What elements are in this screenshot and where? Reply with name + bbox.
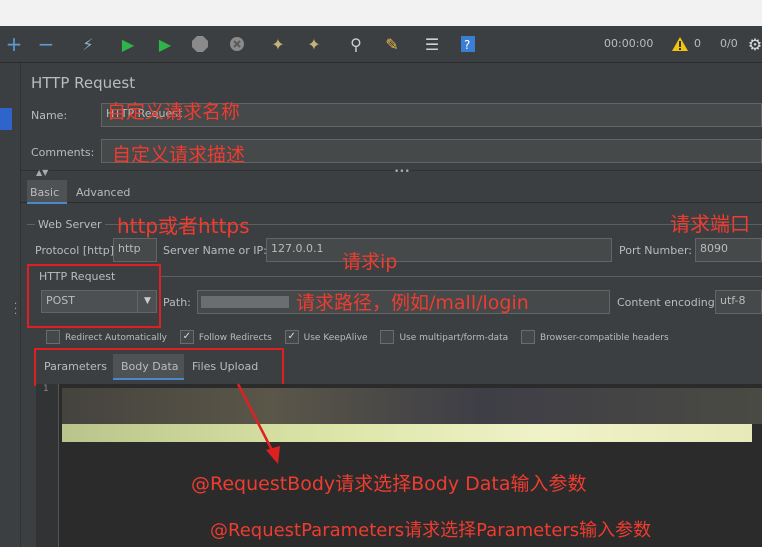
http-request-legend: HTTP Request bbox=[39, 270, 116, 283]
remove-icon[interactable]: − bbox=[36, 32, 56, 56]
encoding-label: Content encoding: bbox=[617, 296, 719, 309]
web-server-legend: Web Server bbox=[35, 218, 105, 231]
shutdown-icon[interactable] bbox=[227, 34, 247, 54]
thread-count: 0/0 bbox=[720, 37, 738, 50]
editor-highlight-redacted bbox=[62, 424, 752, 442]
clear-icon[interactable]: ✦ bbox=[268, 34, 288, 54]
editor-gutter bbox=[36, 384, 59, 547]
protocol-label: Protocol [http]: bbox=[35, 244, 118, 257]
checkbox-box[interactable] bbox=[46, 330, 60, 344]
checkbox-box[interactable] bbox=[380, 330, 395, 344]
warning-count: 0 bbox=[694, 37, 701, 50]
http-request-group-line bbox=[160, 276, 762, 277]
reset-search-icon[interactable]: ✎ bbox=[382, 34, 402, 54]
remote-icon[interactable]: ⚙ bbox=[745, 34, 762, 54]
protocol-field[interactable]: http bbox=[113, 238, 157, 262]
annotation-request-params: @RequestParameters请求选择Parameters输入参数 bbox=[210, 520, 652, 541]
port-label: Port Number: bbox=[619, 244, 693, 257]
port-field[interactable]: 8090 bbox=[695, 238, 762, 262]
annotation-path: 请求路径，例如/mall/login bbox=[296, 292, 529, 314]
annotation-arrow bbox=[236, 383, 280, 464]
tree-selected-node[interactable] bbox=[0, 108, 12, 130]
line-number-1: 1 bbox=[43, 384, 49, 394]
toolbar: + − ⚡ ▶ ▶ ✦ ✦ ⚲ ✎ ☰ ? 00:00:00 0 0/0 ⚙ bbox=[0, 26, 762, 63]
encoding-field[interactable]: utf-8 bbox=[715, 290, 762, 314]
tab-divider bbox=[20, 202, 762, 203]
warning-icon[interactable] bbox=[670, 34, 690, 54]
checkbox-multipart[interactable]: Use multipart/form-data bbox=[380, 330, 509, 344]
checkbox-label: Use multipart/form-data bbox=[399, 332, 509, 343]
checkbox-label: Redirect Automatically bbox=[65, 332, 167, 343]
chevron-down-icon[interactable]: ▼ bbox=[137, 291, 157, 312]
toggle-icon[interactable]: ⚡ bbox=[78, 34, 98, 54]
annotation-ip: 请求ip bbox=[342, 251, 398, 273]
check-icon[interactable]: ✓ bbox=[179, 330, 194, 344]
tree-panel-edge bbox=[0, 63, 21, 547]
panel-title: HTTP Request bbox=[31, 74, 136, 92]
annotation-protocol: http或者https bbox=[117, 214, 250, 238]
comments-label: Comments: bbox=[31, 146, 95, 159]
checkbox-browser-headers[interactable]: Browser-compatible headers bbox=[521, 330, 669, 344]
checkbox-follow-redirects[interactable]: ✓ Follow Redirects bbox=[179, 330, 272, 344]
splitter-handle-icon[interactable]: · · · bbox=[14, 300, 17, 320]
server-value: 127.0.0.1 bbox=[271, 242, 324, 255]
start-no-pauses-icon[interactable]: ▶ bbox=[155, 34, 175, 54]
annotation-port: 请求端口 bbox=[670, 212, 750, 236]
annotation-comments: 自定义请求描述 bbox=[112, 144, 246, 166]
tab-advanced[interactable]: Advanced bbox=[76, 186, 130, 199]
server-field[interactable]: 127.0.0.1 bbox=[266, 238, 612, 262]
annotation-request-body: @RequestBody请求选择Body Data输入参数 bbox=[191, 473, 587, 495]
tab-body-data-label: Body Data bbox=[121, 360, 179, 373]
checkbox-label: Use KeepAlive bbox=[303, 332, 368, 343]
svg-text:?: ? bbox=[464, 38, 470, 52]
elapsed-timer: 00:00:00 bbox=[604, 37, 654, 50]
collapse-arrows-icon[interactable]: ▲▼ bbox=[36, 168, 48, 177]
method-value: POST bbox=[46, 294, 75, 307]
start-icon[interactable]: ▶ bbox=[118, 34, 138, 54]
port-value: 8090 bbox=[700, 242, 728, 255]
stop-icon[interactable] bbox=[190, 34, 210, 54]
clear-all-icon[interactable]: ✦ bbox=[304, 34, 324, 54]
checkbox-box[interactable] bbox=[521, 330, 535, 344]
annotation-name: 自定义请求名称 bbox=[107, 101, 241, 123]
options-row: Redirect Automatically ✓ Follow Redirects… bbox=[46, 330, 669, 344]
encoding-value: utf-8 bbox=[720, 294, 746, 307]
name-label: Name: bbox=[31, 109, 68, 122]
help-icon[interactable]: ? bbox=[458, 34, 478, 54]
protocol-value: http bbox=[118, 242, 141, 255]
splitter-dots-icon[interactable]: ••• bbox=[394, 167, 410, 177]
search-icon[interactable]: ⚲ bbox=[346, 34, 366, 54]
tab-basic-label: Basic bbox=[30, 186, 60, 199]
function-helper-icon[interactable]: ☰ bbox=[422, 34, 442, 54]
tab-files-upload[interactable]: Files Upload bbox=[192, 360, 258, 373]
check-icon[interactable]: ✓ bbox=[284, 330, 299, 344]
path-value-redacted bbox=[201, 296, 289, 308]
checkbox-redirect-auto[interactable]: Redirect Automatically bbox=[46, 330, 167, 344]
add-icon[interactable]: + bbox=[4, 32, 24, 56]
tab-parameters[interactable]: Parameters bbox=[44, 360, 107, 373]
server-label: Server Name or IP: bbox=[163, 244, 267, 257]
window-top-strip bbox=[0, 0, 762, 26]
checkbox-label: Follow Redirects bbox=[198, 332, 272, 343]
splitter-bar[interactable] bbox=[20, 170, 762, 179]
checkbox-keepalive[interactable]: ✓ Use KeepAlive bbox=[284, 330, 368, 344]
path-label: Path: bbox=[163, 296, 191, 309]
checkbox-label: Browser-compatible headers bbox=[540, 332, 669, 343]
editor-content-redacted bbox=[62, 388, 762, 424]
